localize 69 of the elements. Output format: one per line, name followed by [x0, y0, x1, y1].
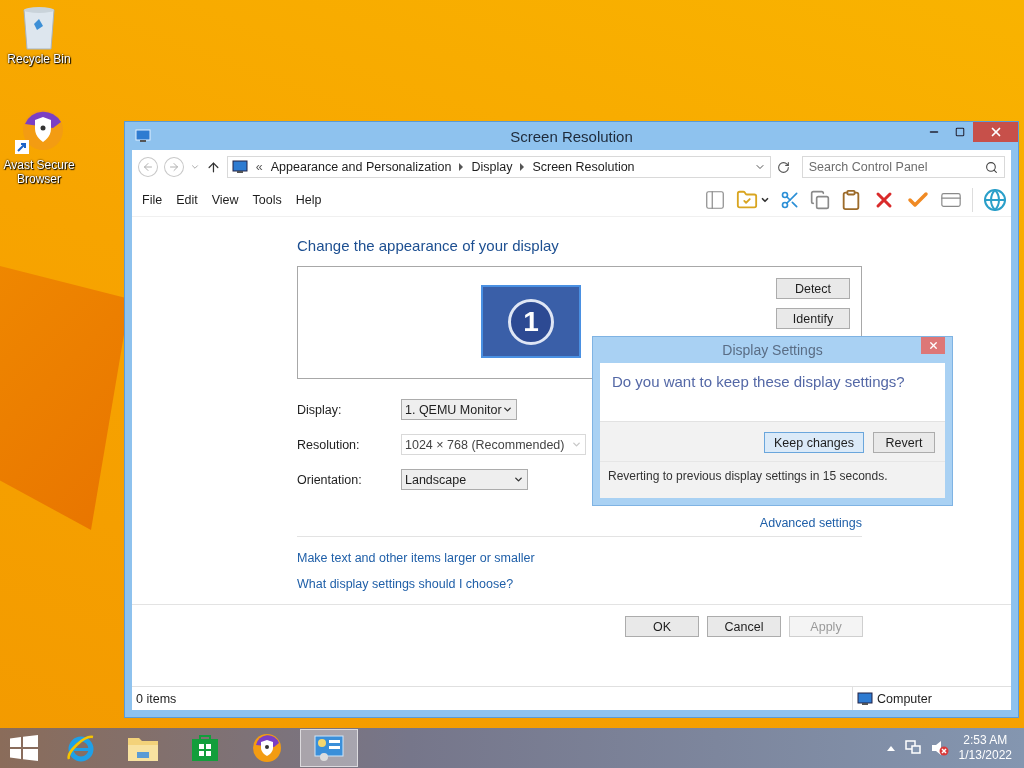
help-link[interactable]: What display settings should I choose?: [297, 577, 514, 591]
shield-logo-icon: [252, 733, 282, 763]
close-button[interactable]: [921, 337, 945, 354]
back-arrow-icon: [141, 161, 154, 173]
breadcrumb-item[interactable]: Screen Resolution: [532, 160, 635, 174]
show-hidden-icons-icon[interactable]: [886, 745, 895, 751]
chevron-icon: [571, 439, 582, 450]
recent-pages-icon[interactable]: [189, 162, 200, 172]
breadcrumb-separator-icon: [520, 163, 525, 171]
dialog-button[interactable]: Keep changes: [764, 432, 864, 453]
field-label: Resolution:: [297, 437, 361, 452]
folder-check-icon[interactable]: [736, 189, 758, 211]
caret-icon[interactable]: [760, 195, 770, 205]
globe-icon[interactable]: [983, 188, 1007, 212]
dialog-button[interactable]: Cancel: [707, 616, 781, 637]
layout-pane-icon[interactable]: [704, 189, 726, 211]
refresh-icon[interactable]: [776, 160, 790, 174]
store-bag-icon: [191, 734, 219, 762]
menu-item[interactable]: Edit: [176, 193, 198, 207]
field-label: Display:: [297, 402, 343, 417]
forward-arrow-icon: [167, 161, 180, 173]
chevron-icon: [502, 404, 513, 415]
dropdown[interactable]: 1. QEMU Monitor: [401, 399, 517, 420]
shortcut-shield-logo-icon: [13, 108, 65, 156]
field-label: Orientation:: [297, 472, 363, 487]
overflow-marker: «: [255, 160, 263, 174]
help-link[interactable]: Make text and other items larger or smaller: [297, 551, 535, 565]
scissors-icon[interactable]: [780, 190, 800, 210]
copy-icon[interactable]: [810, 190, 830, 210]
dialog-question: Do you want to keep these display settings?: [611, 372, 906, 392]
item-count: 0 items: [136, 691, 177, 706]
clipboard-icon[interactable]: [840, 189, 862, 211]
menu-item[interactable]: File: [142, 193, 163, 207]
location-label: Computer: [877, 691, 932, 706]
dropdown[interactable]: Landscape: [401, 469, 528, 490]
recycle-bin-icon: [22, 6, 56, 50]
monitor-action-button[interactable]: Detect: [776, 278, 850, 299]
internet-explorer-icon: [66, 733, 96, 763]
menu-item[interactable]: View: [211, 193, 239, 207]
search-icon: [985, 160, 998, 174]
display-settings-icon: [313, 734, 345, 762]
breadcrumb-separator-icon: [459, 163, 464, 171]
monitor-icon: [231, 160, 248, 174]
up-button[interactable]: [205, 159, 221, 175]
advanced-settings-link[interactable]: Advanced settings: [759, 516, 862, 530]
monitor-action-button[interactable]: Identify: [776, 308, 850, 329]
close-button[interactable]: [973, 122, 1018, 142]
address-bar[interactable]: « Appearance and Personalization Display Screen Resolution: [226, 156, 771, 178]
dialog-button[interactable]: Revert: [873, 432, 935, 453]
speaker-muted-icon[interactable]: [930, 740, 949, 756]
breadcrumb-item[interactable]: Appearance and Personalization: [270, 160, 452, 174]
dialog-button[interactable]: OK: [625, 616, 699, 637]
search-field[interactable]: Search Control Panel: [801, 156, 1005, 178]
menu-item[interactable]: Help: [295, 193, 322, 207]
countdown-note: Reverting to previous display settings in 15 seconds.: [600, 461, 945, 498]
monitor-icon: [135, 129, 151, 143]
menu-item[interactable]: Tools: [252, 193, 282, 207]
taskbar-button[interactable]: [300, 729, 358, 767]
network-icon[interactable]: [904, 740, 921, 756]
computer-icon: [857, 691, 873, 706]
windows-logo-icon[interactable]: [10, 735, 38, 761]
breadcrumb-item[interactable]: Display: [471, 160, 513, 174]
maximize-icon: [955, 127, 965, 137]
dialog-title: Display Settings: [722, 342, 823, 358]
chevron-icon: [513, 474, 524, 485]
window-title: Screen Resolution: [510, 127, 633, 145]
close-icon: [927, 340, 939, 351]
monitor-tile[interactable]: 1: [481, 285, 581, 358]
page-heading: Change the appearance of your display: [297, 237, 560, 254]
